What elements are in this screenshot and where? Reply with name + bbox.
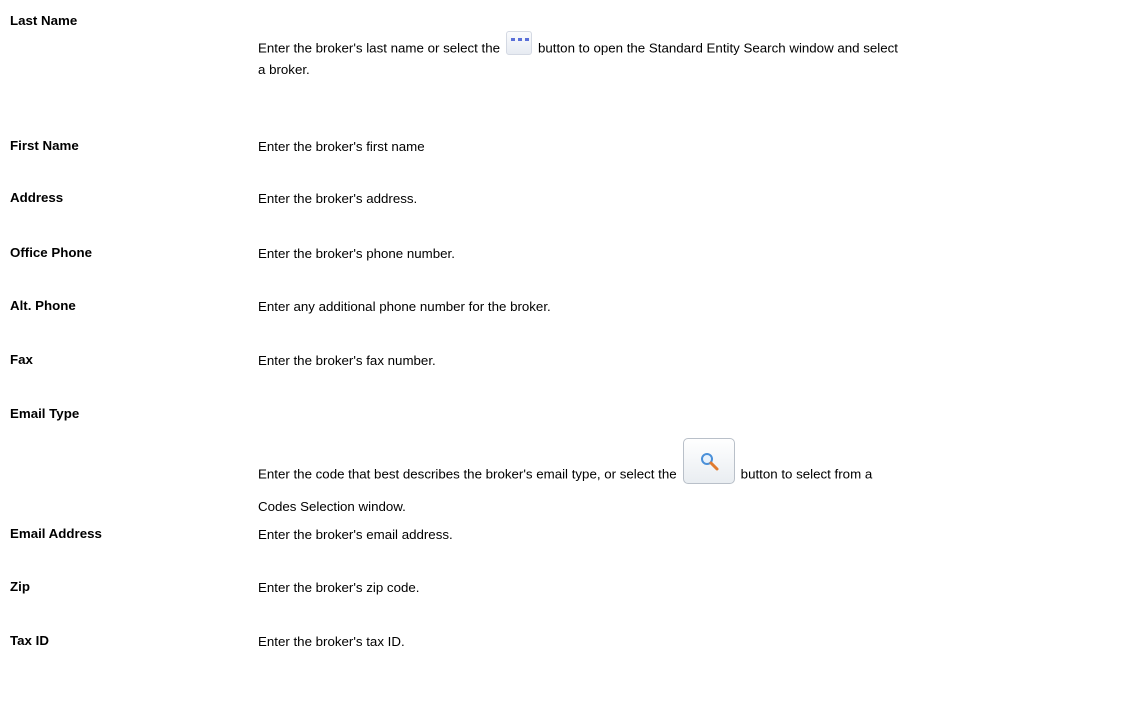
field-label: Tax ID [10, 633, 49, 648]
field-description: Enter any additional phone number for th… [258, 299, 551, 314]
codes-search-button[interactable] [682, 438, 735, 484]
field-label: Alt. Phone [10, 298, 76, 313]
field-label: Email Address [10, 526, 102, 541]
ellipsis-icon [511, 38, 529, 42]
field-description: Enter the broker's first name [258, 139, 425, 154]
description-text: Enter the broker's last name or select t… [258, 40, 500, 56]
field-label: Office Phone [10, 245, 93, 260]
field-description: Enter the broker's email address. [258, 527, 453, 542]
field-description: Enter the broker's phone number. [258, 246, 455, 261]
field-label: First Name [10, 138, 79, 153]
description-text: Enter the code that best describes the b… [258, 466, 677, 482]
field-label: Address [10, 190, 64, 205]
field-label: Zip [10, 579, 30, 594]
field-description: Enter the broker's fax number. [258, 353, 436, 368]
field-label: Fax [10, 352, 33, 367]
field-description: Enter the broker's tax ID. [258, 634, 405, 649]
field-description: Enter the broker's zip code. [258, 580, 420, 595]
field-label: Last Name [10, 13, 78, 28]
field-description: Enter the broker's address. [258, 191, 418, 206]
field-label: Email Type [10, 406, 80, 421]
magnifier-icon [700, 453, 719, 471]
entity-search-button[interactable] [506, 31, 532, 55]
field-description: Enter the broker's last name or select t… [258, 31, 898, 78]
field-description: Enter the code that best describes the b… [258, 438, 898, 515]
